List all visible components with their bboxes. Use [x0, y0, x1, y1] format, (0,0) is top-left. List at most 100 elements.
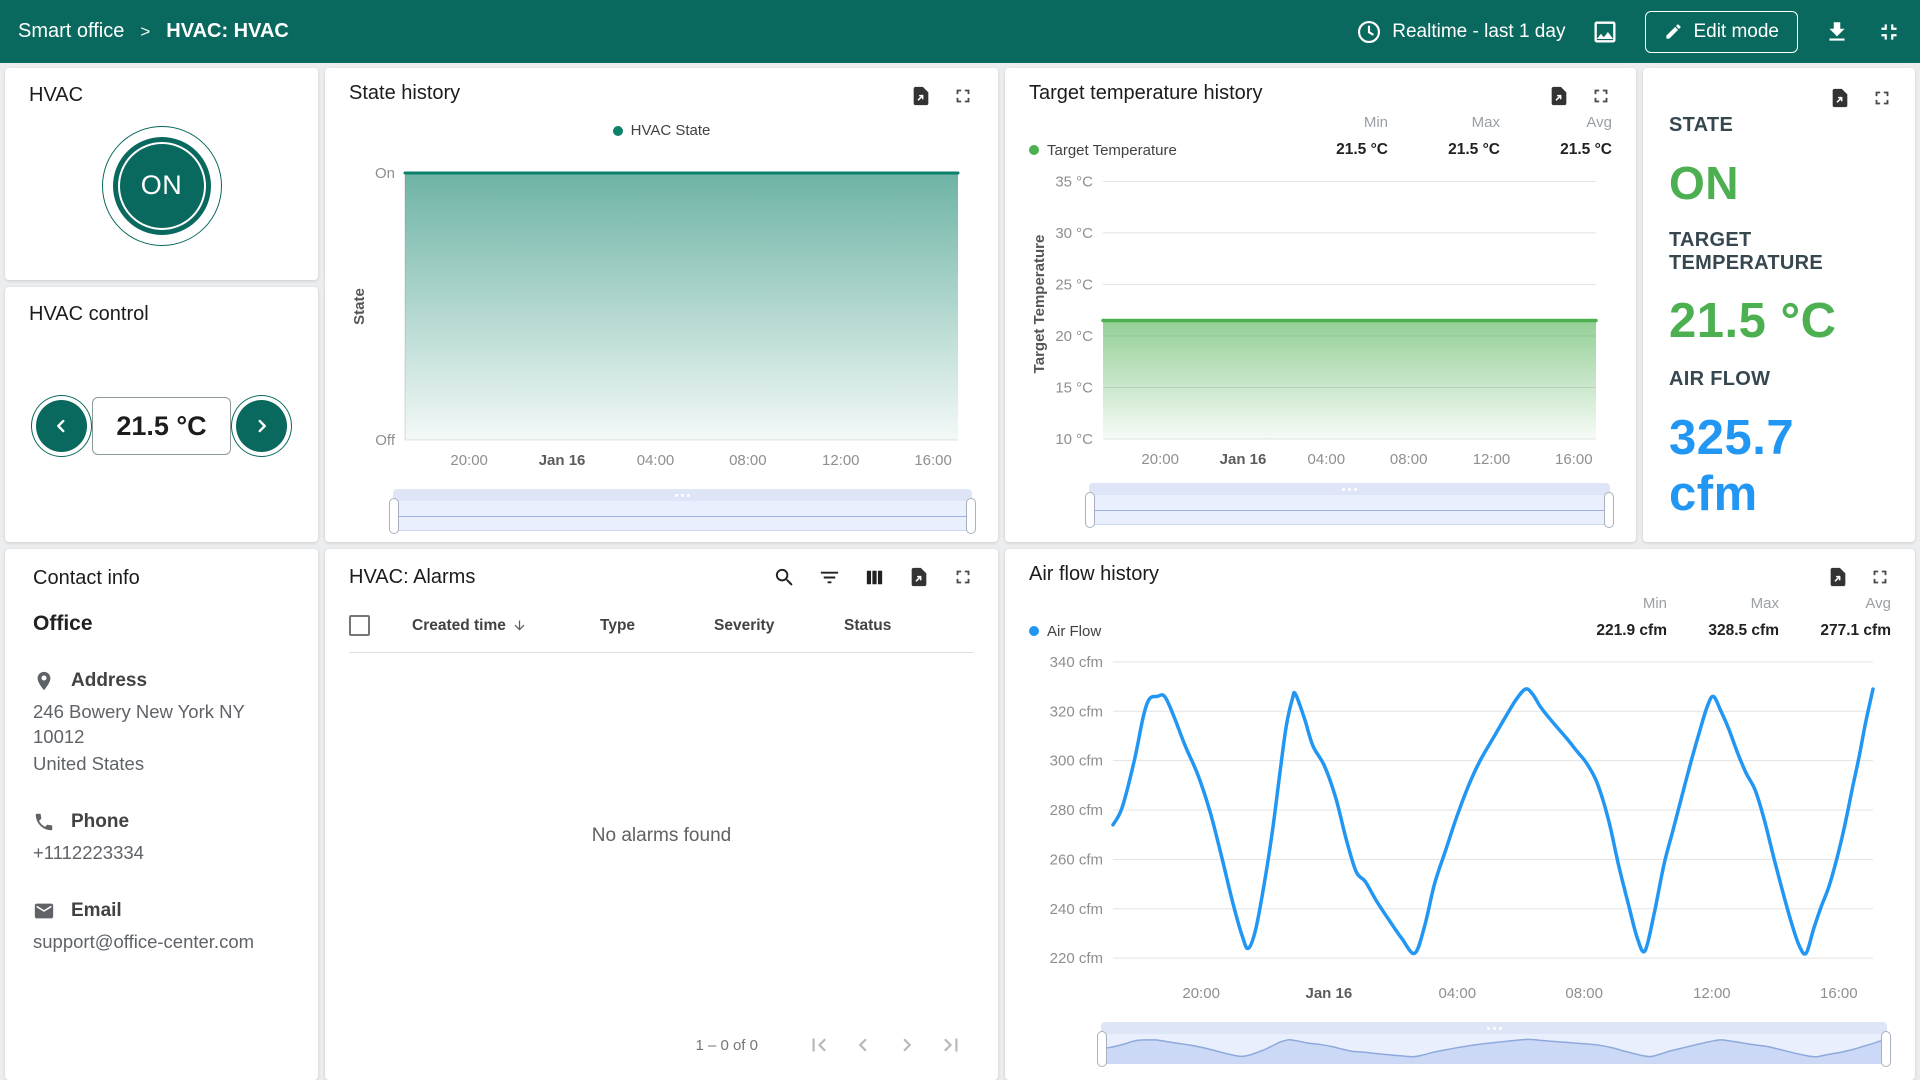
exit-fullscreen-button[interactable] — [1876, 19, 1902, 45]
stat-header-avg: Avg — [1779, 595, 1891, 612]
edit-mode-button[interactable]: Edit mode — [1645, 11, 1798, 53]
hvac-power-button[interactable]: ON — [102, 126, 222, 246]
svg-text:300 cfm: 300 cfm — [1050, 753, 1103, 770]
last-page-button[interactable] — [934, 1028, 968, 1062]
card-title: HVAC control — [29, 303, 294, 326]
fullscreen-exit-icon — [1876, 19, 1902, 45]
select-all-checkbox[interactable] — [349, 615, 370, 636]
export-widget-data-button[interactable] — [1829, 86, 1851, 110]
slider-grip[interactable] — [393, 489, 972, 501]
file-export-icon — [1548, 84, 1570, 108]
phone-label: Phone — [71, 811, 129, 833]
filter-button[interactable] — [818, 566, 841, 589]
svg-text:Jan 16: Jan 16 — [1220, 451, 1267, 468]
slider-grip[interactable] — [1101, 1022, 1887, 1034]
time-range-slider[interactable] — [1089, 483, 1610, 525]
address-line1: 246 Bowery New York NY 10012 — [33, 700, 294, 750]
columns-icon — [863, 566, 886, 589]
slider-handle-left[interactable] — [1097, 1031, 1107, 1067]
svg-text:Jan 16: Jan 16 — [539, 452, 586, 469]
fullscreen-icon[interactable] — [1590, 85, 1612, 107]
fullscreen-icon[interactable] — [952, 566, 974, 588]
stat-max-value: 21.5 °C — [1388, 141, 1500, 159]
email-icon — [33, 900, 55, 922]
time-range-slider[interactable] — [393, 489, 972, 531]
decrease-temperature-button[interactable] — [31, 395, 92, 457]
chevron-left-icon — [50, 415, 72, 437]
slider-grip[interactable] — [1089, 483, 1610, 495]
svg-text:10 °C: 10 °C — [1055, 431, 1093, 448]
alarms-card: HVAC: Alarms — [325, 549, 998, 1080]
location-pin-icon — [33, 670, 55, 692]
columns-button[interactable] — [863, 566, 886, 589]
fullscreen-icon[interactable] — [1871, 87, 1893, 109]
chart-legend[interactable]: Target Temperature — [1029, 142, 1276, 159]
search-button[interactable] — [773, 566, 796, 589]
target-temperature-value: 21.5 °C — [1669, 293, 1889, 349]
previous-page-button[interactable] — [846, 1028, 880, 1062]
stat-header-max: Max — [1388, 114, 1500, 131]
sort-descending-icon — [512, 618, 527, 633]
svg-text:240 cfm: 240 cfm — [1050, 901, 1103, 918]
fullscreen-icon[interactable] — [1869, 566, 1891, 588]
download-button[interactable] — [1824, 19, 1850, 45]
fullscreen-icon[interactable] — [952, 85, 974, 107]
svg-text:260 cfm: 260 cfm — [1050, 851, 1103, 868]
column-severity[interactable]: Severity — [714, 617, 844, 635]
address-label: Address — [71, 670, 147, 692]
export-widget-data-button[interactable] — [910, 84, 932, 108]
export-widget-data-button[interactable] — [908, 565, 930, 589]
svg-text:20:00: 20:00 — [1182, 985, 1220, 1002]
screenshot-button[interactable] — [1591, 18, 1619, 46]
air-flow-chart[interactable]: 340 cfm320 cfm300 cfm280 cfm260 cfm240 c… — [1029, 644, 1891, 1014]
svg-text:25 °C: 25 °C — [1055, 276, 1093, 293]
svg-text:220 cfm: 220 cfm — [1050, 950, 1103, 967]
export-widget-data-button[interactable] — [1827, 565, 1849, 589]
svg-text:04:00: 04:00 — [1439, 985, 1477, 1002]
svg-text:04:00: 04:00 — [1308, 451, 1346, 468]
slider-handle-left[interactable] — [389, 498, 399, 534]
column-type[interactable]: Type — [600, 617, 714, 635]
series-stats: Min Max Avg Air Flow 221.9 cfm 328.5 cfm… — [1029, 595, 1891, 640]
svg-text:08:00: 08:00 — [1390, 451, 1428, 468]
svg-text:Target Temperature: Target Temperature — [1031, 235, 1048, 374]
pagination-range: 1 – 0 of 0 — [695, 1037, 758, 1054]
target-temperature-chart[interactable]: 35 °C30 °C25 °C20 °C15 °C10 °C20:00Jan 1… — [1029, 163, 1612, 475]
svg-text:20 °C: 20 °C — [1055, 328, 1093, 345]
stat-avg-value: 21.5 °C — [1500, 141, 1612, 159]
slider-handle-left[interactable] — [1085, 492, 1095, 528]
time-range-slider[interactable] — [1101, 1022, 1887, 1064]
svg-text:04:00: 04:00 — [637, 452, 675, 469]
stat-max-value: 328.5 cfm — [1667, 622, 1779, 640]
first-page-button[interactable] — [802, 1028, 836, 1062]
svg-text:12:00: 12:00 — [1693, 985, 1731, 1002]
svg-text:340 cfm: 340 cfm — [1050, 654, 1103, 671]
column-created-time[interactable]: Created time — [412, 617, 600, 635]
slider-handle-right[interactable] — [966, 498, 976, 534]
chart-legend[interactable]: HVAC State — [349, 122, 974, 139]
hvac-control-card: HVAC control 21.5 °C — [5, 287, 318, 542]
timewindow-button[interactable]: Realtime - last 1 day — [1356, 19, 1565, 45]
file-export-icon — [1829, 86, 1851, 110]
slider-handle-right[interactable] — [1881, 1031, 1891, 1067]
stat-header-min: Min — [1276, 114, 1388, 131]
phone-value: +1112223334 — [33, 841, 294, 866]
air-flow-label: AIR FLOW — [1669, 368, 1889, 391]
svg-text:15 °C: 15 °C — [1055, 379, 1093, 396]
column-status[interactable]: Status — [844, 617, 954, 635]
next-page-button[interactable] — [890, 1028, 924, 1062]
state-history-chart[interactable]: OnOff20:00Jan 1604:0008:0012:0016:00Stat… — [349, 165, 974, 481]
chart-legend[interactable]: Air Flow — [1029, 623, 1555, 640]
export-widget-data-button[interactable] — [1548, 84, 1570, 108]
breadcrumb-root[interactable]: Smart office — [18, 20, 124, 43]
download-icon — [1824, 19, 1850, 45]
slider-handle-right[interactable] — [1604, 492, 1614, 528]
target-temperature-history-card: Target temperature history Min Max Avg — [1005, 68, 1636, 542]
svg-text:Off: Off — [375, 432, 396, 449]
legend-label: Target Temperature — [1047, 142, 1177, 159]
increase-temperature-button[interactable] — [231, 395, 292, 457]
image-icon — [1591, 18, 1619, 46]
breadcrumb: Smart office > HVAC: HVAC — [18, 20, 289, 43]
legend-dot — [1029, 626, 1039, 636]
stat-avg-value: 277.1 cfm — [1779, 622, 1891, 640]
